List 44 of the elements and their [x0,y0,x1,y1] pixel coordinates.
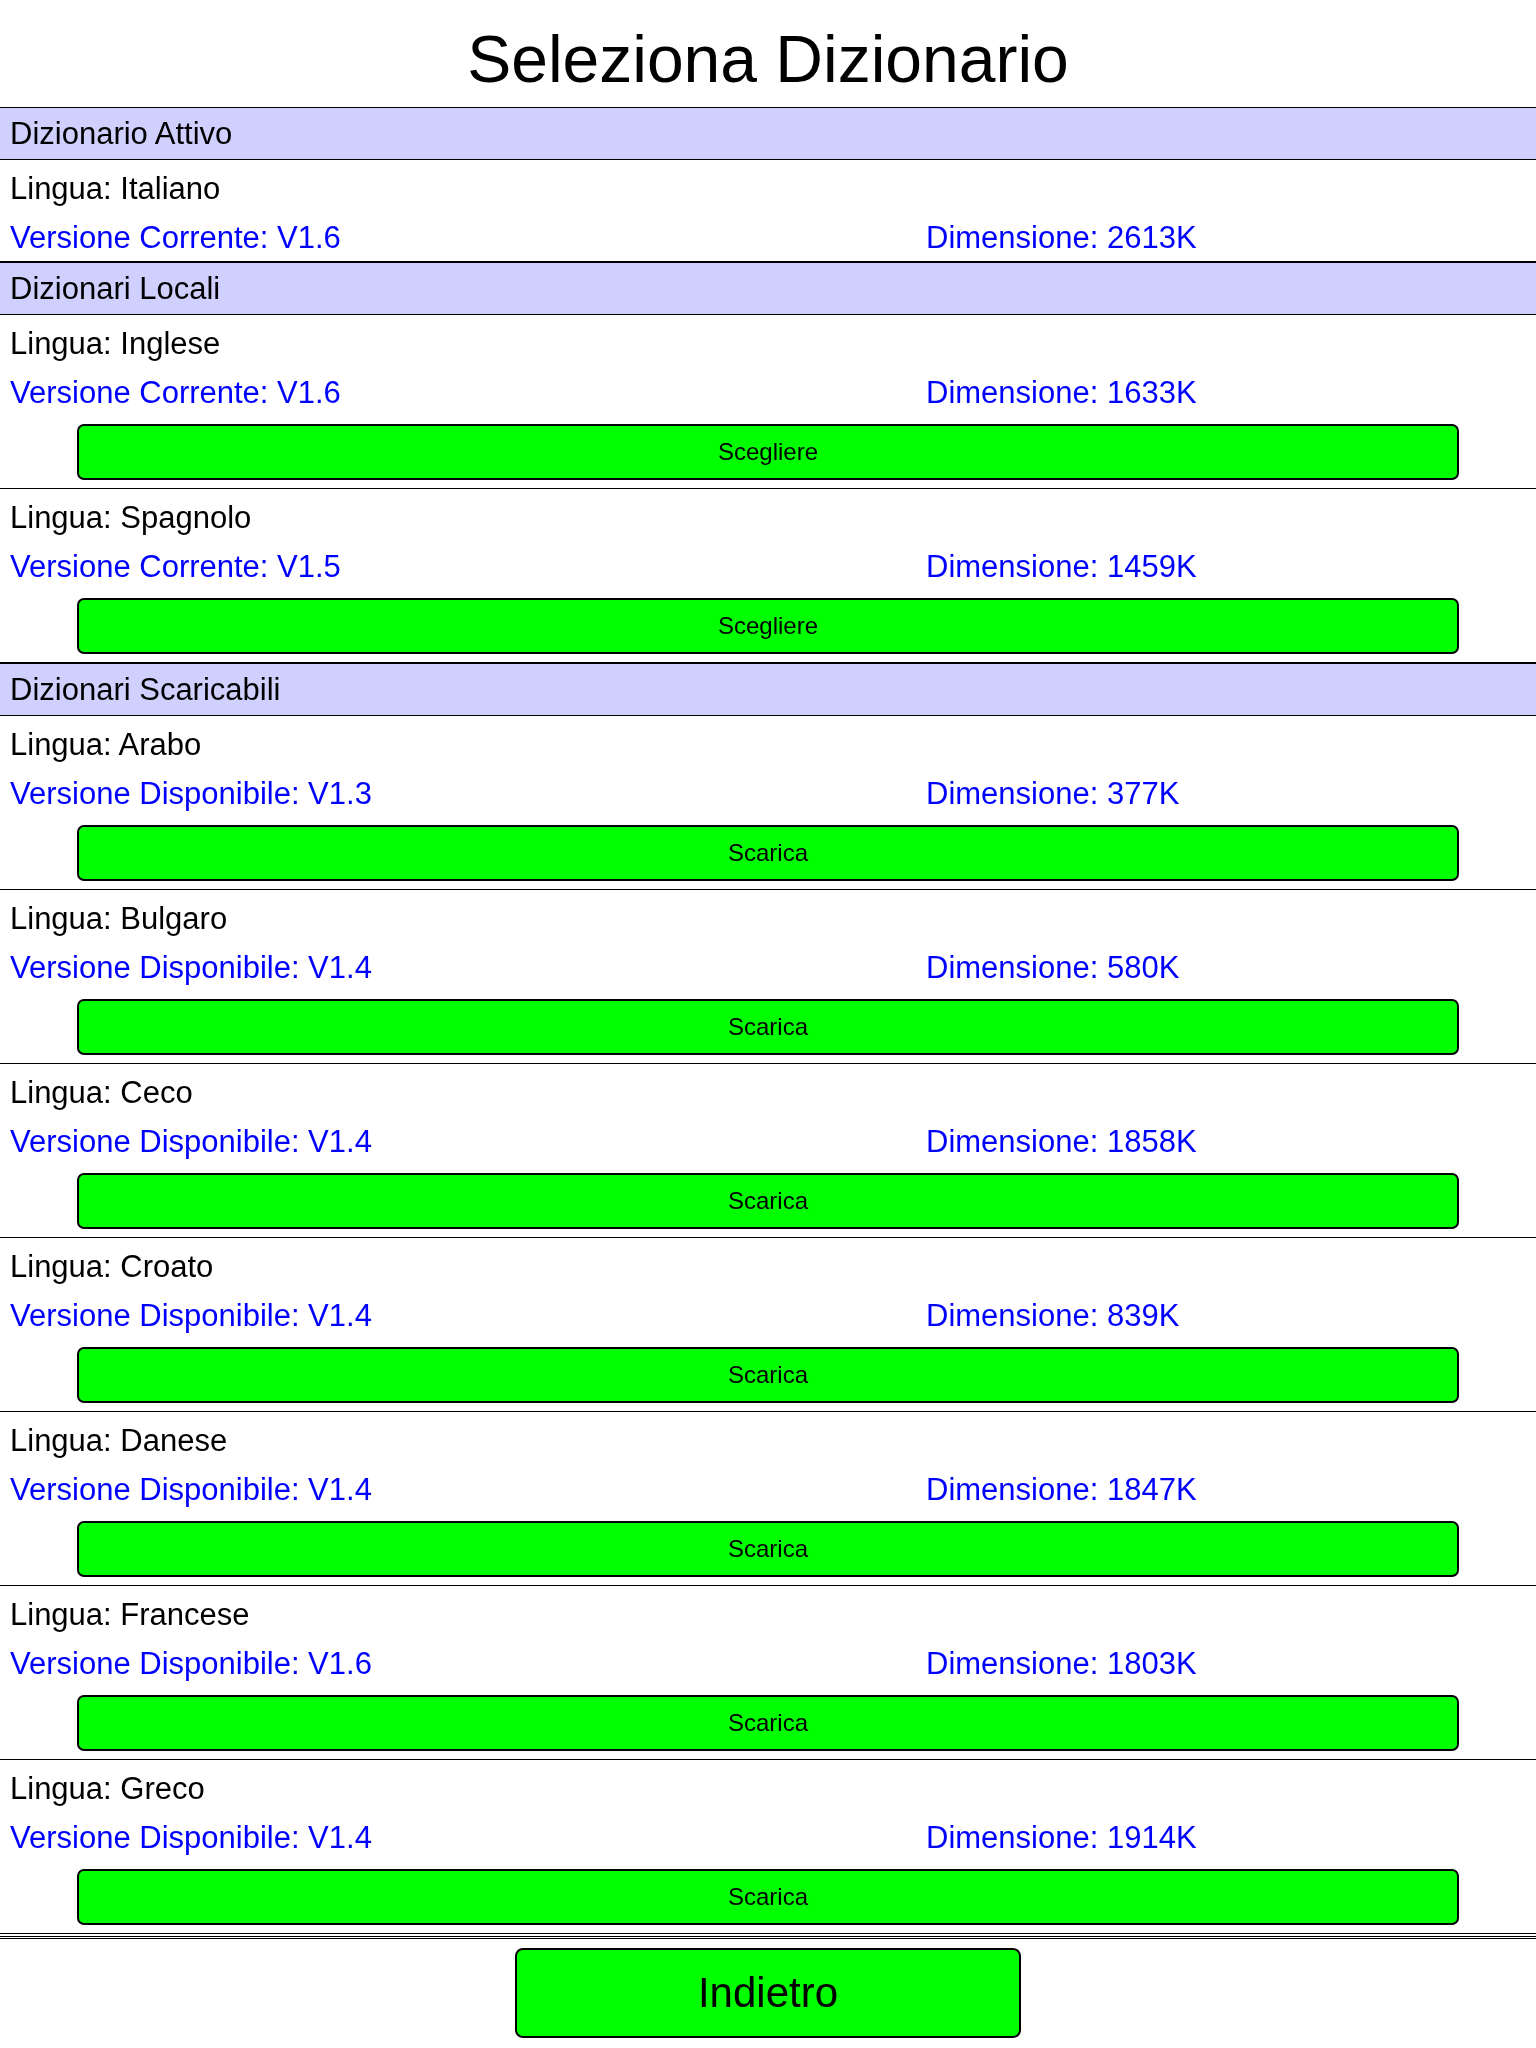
size-label: Dimensione: 1803K [926,1645,1197,1683]
version-label: Versione Disponibile: V1.4 [10,950,372,985]
language-label: Lingua: Italiano [10,171,221,206]
version-label: Versione Disponibile: V1.4 [10,1298,372,1333]
action-button[interactable]: Scarica [77,999,1459,1055]
language-label: Lingua: Danese [10,1423,228,1458]
action-button[interactable]: Scarica [77,825,1459,881]
size-label: Dimensione: 1847K [926,1471,1197,1509]
back-button[interactable]: Indietro [515,1948,1021,2038]
size-label: Dimensione: 1914K [926,1819,1197,1857]
size-label: Dimensione: 2613K [926,219,1197,257]
size-label: Dimensione: 1858K [926,1123,1197,1161]
action-button[interactable]: Scarica [77,1347,1459,1403]
size-label: Dimensione: 377K [926,775,1180,813]
version-label: Versione Disponibile: V1.4 [10,1472,372,1507]
language-label: Lingua: Inglese [10,326,221,361]
size-label: Dimensione: 1459K [926,548,1197,586]
version-label: Versione Disponibile: V1.4 [10,1124,372,1159]
language-label: Lingua: Croato [10,1249,214,1284]
section-header: Dizionario Attivo [9,115,234,153]
size-label: Dimensione: 839K [926,1297,1180,1335]
action-button[interactable]: Scegliere [77,598,1459,654]
action-button[interactable]: Scarica [77,1173,1459,1229]
action-button[interactable]: Scarica [77,1521,1459,1577]
action-button[interactable]: Scarica [77,1869,1459,1925]
language-label: Lingua: Greco [10,1771,205,1806]
version-label: Versione Corrente: V1.5 [10,549,341,584]
size-label: Dimensione: 1633K [926,374,1197,412]
language-label: Lingua: Bulgaro [10,901,228,936]
version-label: Versione Corrente: V1.6 [10,220,341,255]
page-title: Seleziona Dizionario [466,21,1070,98]
language-label: Lingua: Arabo [10,727,202,762]
language-label: Lingua: Francese [10,1597,250,1632]
size-label: Dimensione: 580K [926,949,1180,987]
section-header: Dizionari Locali [9,270,222,308]
section-header: Dizionari Scaricabili [9,671,282,709]
version-label: Versione Disponibile: V1.3 [10,776,372,811]
version-label: Versione Disponibile: V1.4 [10,1820,372,1855]
action-button[interactable]: Scarica [77,1695,1459,1751]
language-label: Lingua: Spagnolo [10,500,252,535]
version-label: Versione Disponibile: V1.6 [10,1646,372,1681]
language-label: Lingua: Ceco [10,1075,193,1110]
version-label: Versione Corrente: V1.6 [10,375,341,410]
action-button[interactable]: Scegliere [77,424,1459,480]
